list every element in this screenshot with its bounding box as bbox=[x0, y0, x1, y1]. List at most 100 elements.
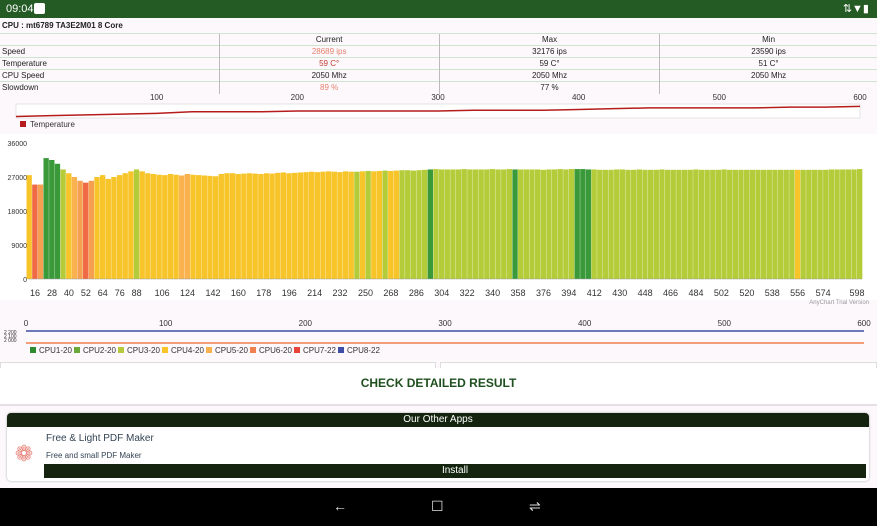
bar bbox=[845, 169, 852, 279]
notification-icon bbox=[34, 3, 45, 14]
x-tick-label: 538 bbox=[765, 288, 780, 298]
bar bbox=[128, 171, 134, 279]
x-tick-label: 52 bbox=[81, 288, 91, 298]
bar bbox=[399, 170, 405, 279]
bar bbox=[806, 169, 812, 279]
bar bbox=[405, 170, 411, 279]
bar bbox=[766, 169, 772, 279]
table-row: Speed 28689 ips 32176 ips 23590 ips bbox=[0, 45, 877, 58]
bar bbox=[179, 175, 185, 279]
bar bbox=[122, 173, 128, 279]
bar bbox=[857, 169, 863, 279]
app-title[interactable]: Free & Light PDF Maker bbox=[46, 433, 154, 444]
x-tick-label: 520 bbox=[739, 288, 754, 298]
recents-icon[interactable]: ⇌ bbox=[529, 498, 541, 515]
x-tick-label: 76 bbox=[115, 288, 125, 298]
bar bbox=[676, 169, 682, 279]
row-label: Temperature bbox=[0, 57, 219, 70]
bar bbox=[664, 169, 671, 279]
bar bbox=[190, 174, 196, 279]
bar bbox=[224, 173, 230, 279]
bar bbox=[212, 176, 219, 279]
x-tick-label: 268 bbox=[383, 288, 398, 298]
bar bbox=[229, 173, 236, 279]
bar bbox=[167, 173, 174, 279]
bar bbox=[811, 169, 818, 279]
bar bbox=[139, 171, 145, 279]
bar bbox=[851, 169, 857, 279]
x-tick-label: 340 bbox=[485, 288, 500, 298]
bar bbox=[760, 169, 767, 279]
x-tick-label: 376 bbox=[536, 288, 551, 298]
bar bbox=[817, 169, 823, 279]
bar bbox=[777, 169, 784, 279]
x-tick-label: 394 bbox=[561, 288, 576, 298]
bar bbox=[116, 175, 123, 279]
x-tick-label: 484 bbox=[688, 288, 703, 298]
back-icon[interactable]: ← bbox=[333, 498, 347, 514]
x-tick-label: 142 bbox=[205, 288, 220, 298]
bar bbox=[32, 184, 38, 279]
bar bbox=[111, 177, 117, 279]
bar bbox=[495, 169, 501, 279]
bar bbox=[631, 169, 637, 279]
bar bbox=[602, 169, 609, 279]
watermark: AnyChart Trial Version bbox=[809, 300, 869, 306]
legend-swatch bbox=[74, 347, 80, 353]
check-detailed-result-button[interactable]: CHECK DETAILED RESULT bbox=[0, 368, 877, 406]
bar bbox=[258, 173, 264, 279]
x-tick-label: 160 bbox=[231, 288, 246, 298]
bar bbox=[698, 169, 705, 279]
table-header: Current Max Min bbox=[0, 33, 877, 46]
bar bbox=[687, 169, 693, 279]
bar bbox=[738, 169, 744, 279]
legend-label: CPU4-20 bbox=[171, 346, 204, 355]
bar bbox=[275, 172, 281, 279]
bar bbox=[309, 171, 315, 279]
x-tick-label: 214 bbox=[307, 288, 322, 298]
x-tick-label: 64 bbox=[98, 288, 108, 298]
bar bbox=[614, 169, 620, 279]
bar bbox=[608, 169, 614, 279]
bar bbox=[286, 173, 292, 279]
bar bbox=[26, 175, 32, 279]
x-tick-label: 574 bbox=[816, 288, 831, 298]
header-cell: Max bbox=[438, 33, 660, 46]
table-row: Temperature 59 C° 59 C° 51 C° bbox=[0, 57, 877, 70]
bar bbox=[625, 169, 631, 279]
bar bbox=[800, 169, 806, 279]
bar bbox=[721, 169, 727, 279]
bar bbox=[218, 173, 224, 279]
bar bbox=[348, 171, 354, 279]
bar bbox=[303, 172, 309, 279]
bar bbox=[772, 169, 778, 279]
bar bbox=[235, 173, 241, 279]
header-cell: Min bbox=[659, 33, 877, 46]
x-tick-label: 286 bbox=[409, 288, 424, 298]
x-tick-label: 600 bbox=[857, 319, 871, 328]
max-value: 32176 ips bbox=[438, 45, 660, 58]
bar bbox=[66, 173, 72, 279]
legend-label: CPU5-20 bbox=[215, 346, 248, 355]
bar bbox=[450, 169, 456, 279]
install-button[interactable]: Install bbox=[44, 464, 866, 478]
legend-swatch bbox=[162, 347, 168, 353]
legend-label: CPU7-22 bbox=[303, 346, 336, 355]
bar bbox=[755, 169, 761, 279]
bar bbox=[354, 171, 360, 279]
x-tick-label: 106 bbox=[155, 288, 170, 298]
x-tick-label: 100 bbox=[159, 319, 173, 328]
bar bbox=[546, 169, 552, 279]
bar bbox=[37, 184, 44, 279]
bar bbox=[557, 169, 563, 279]
bar bbox=[314, 172, 320, 279]
bar bbox=[365, 170, 371, 279]
pdf-maker-app-icon[interactable]: ❁ bbox=[13, 441, 35, 467]
other-apps-card: Our Other Apps ❁ Free & Light PDF Maker … bbox=[7, 413, 869, 481]
home-icon[interactable]: ☐ bbox=[431, 498, 444, 515]
bar bbox=[297, 172, 304, 279]
bar bbox=[834, 169, 840, 279]
bar bbox=[461, 169, 467, 279]
legend-label: CPU8-22 bbox=[347, 346, 380, 355]
bar bbox=[642, 169, 648, 279]
